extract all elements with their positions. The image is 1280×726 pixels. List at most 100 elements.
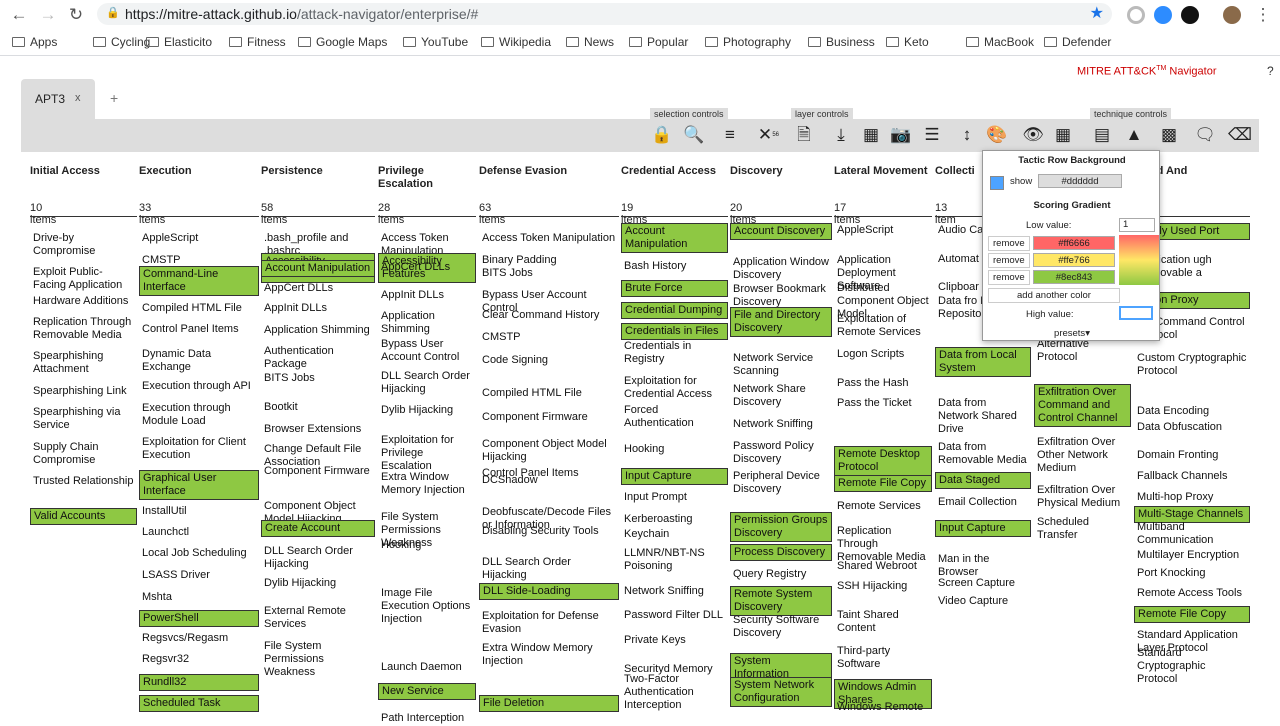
technique-cell[interactable]: Rundll32 [139,674,259,691]
technique-cell[interactable]: AppInit DLLs [261,301,375,316]
technique-cell[interactable]: Taint Shared Content [834,608,932,636]
bookmark-elasticito[interactable]: Elasticito [146,35,212,49]
technique-cell[interactable]: File Deletion [479,695,619,712]
close-tab-icon[interactable]: x [75,92,81,104]
technique-cell[interactable]: Password Filter DLL [621,608,728,623]
technique-cell[interactable]: Exploitation for Client Execution [139,435,259,463]
bookmark-news[interactable]: News [566,35,614,49]
tactic-header[interactable]: Credential Access [621,165,728,178]
disable-techniques-icon[interactable]: ▤ [1090,124,1114,146]
technique-cell[interactable]: Remote Access Tools [1134,586,1250,601]
technique-cell[interactable]: Application Shimming [261,323,375,338]
technique-cell[interactable]: Component Firmware [261,464,375,479]
technique-cell[interactable]: Hardware Additions [30,294,137,309]
technique-cell[interactable]: Password Policy Discovery [730,439,832,467]
technique-cell[interactable]: Windows Remote [834,700,932,715]
show-checkbox[interactable] [990,176,1004,190]
technique-cell[interactable]: Dylib Hijacking [378,403,476,418]
technique-cell[interactable]: Control Panel Items [139,322,259,337]
bookmark-business[interactable]: Business [808,35,875,49]
tactic-header[interactable]: Discovery [730,165,832,178]
zoom-extension-icon[interactable] [1154,6,1172,24]
bookmark-apps[interactable]: Apps [12,35,57,49]
technique-cell[interactable]: Pass the Hash [834,376,932,391]
technique-cell[interactable]: Create Account [261,520,375,537]
technique-cell[interactable]: Keychain [621,527,728,542]
technique-cell[interactable]: Launch Daemon [378,660,476,675]
technique-cell[interactable]: Permission Groups Discovery [730,512,832,542]
technique-cell[interactable]: Domain Fronting [1134,448,1250,463]
technique-cell[interactable]: Component Object Model Hijacking [479,437,619,465]
tactic-header[interactable]: Defense Evasion [479,165,619,178]
technique-cell[interactable]: Extra Window Memory Injection [378,470,476,498]
matrix-config-icon[interactable]: ▦ [1051,124,1075,146]
sort-icon[interactable]: ↕ [955,124,979,146]
technique-cell[interactable]: Input Capture [621,468,728,485]
help-icon[interactable]: ? [1267,64,1274,78]
technique-cell[interactable]: Scheduled Task [139,695,259,712]
technique-cell[interactable]: DCShadow [479,473,619,488]
technique-cell[interactable]: Command-Line Interface [139,266,259,296]
technique-cell[interactable]: Launchctl [139,525,259,540]
technique-cell[interactable]: AppInit DLLs [378,288,476,303]
technique-cell[interactable]: Valid Accounts [30,508,137,525]
technique-cell[interactable]: Standard Cryptographic Protocol [1134,646,1250,687]
color-setup-icon[interactable]: 🎨 [985,124,1009,146]
technique-cell[interactable]: Image File Execution Options Injection [378,586,476,627]
technique-cell[interactable]: Forced Authentication [621,403,728,431]
technique-cell[interactable]: Execution through Module Load [139,401,259,429]
technique-cell[interactable]: Network Sniffing [621,584,728,599]
layer-info-icon[interactable]: 🗎 [792,124,816,146]
extension-icon[interactable] [1127,6,1145,24]
technique-cell[interactable]: Network Sniffing [730,417,832,432]
bookmark-wikipedia[interactable]: Wikipedia [481,35,551,49]
technique-cell[interactable]: Remote Desktop Protocol [834,446,932,476]
technique-cell[interactable]: Hooking [621,442,728,457]
technique-cell[interactable]: Logon Scripts [834,347,932,362]
technique-cell[interactable]: Security Software Discovery [730,613,832,641]
bookmark-defender[interactable]: Defender [1044,35,1111,49]
technique-cell[interactable]: Alternative Protocol [1034,337,1131,365]
presets-dropdown[interactable]: presets▾ [983,328,1161,339]
forward-icon[interactable]: → [37,4,59,26]
tactic-header[interactable]: Privilege Escalation [378,165,476,191]
technique-cell[interactable]: Data from Removable Media [935,440,1031,468]
tactic-header[interactable]: Persistence [261,165,375,178]
technique-cell[interactable]: Data from Local System [935,347,1031,377]
technique-cell[interactable]: Dylib Hijacking [261,576,375,591]
technique-cell[interactable]: SSH Hijacking [834,579,932,594]
technique-cell[interactable]: Application Shimming [378,309,476,337]
technique-cell[interactable]: Bypass User Account Control [378,337,476,365]
technique-cell[interactable]: Execution through API [139,379,259,394]
background-color-icon[interactable]: ▲ [1122,124,1146,146]
technique-cell[interactable]: Bash History [621,259,728,274]
technique-cell[interactable]: DLL Search Order Hijacking [479,555,619,583]
technique-cell[interactable]: Account Manipulation [261,260,375,277]
technique-cell[interactable]: Query Registry [730,567,832,582]
technique-cell[interactable]: Peripheral Device Discovery [730,469,832,497]
technique-cell[interactable]: Supply Chain Compromise [30,440,137,468]
technique-cell[interactable]: New Service [378,683,476,700]
technique-cell[interactable]: Code Signing [479,353,619,368]
technique-cell[interactable]: Exfiltration Over Command and Control Ch… [1034,384,1131,427]
deselect-icon[interactable]: ✕ 56 [753,124,779,146]
bookmark-fitness[interactable]: Fitness [229,35,286,49]
avatar[interactable] [1223,6,1241,24]
technique-cell[interactable]: System Network Configuration [730,677,832,707]
technique-cell[interactable]: Replication Through Removable Media [30,315,137,343]
technique-cell[interactable]: AppleScript [139,231,259,246]
layer-tab[interactable]: APT3 x [21,79,95,119]
technique-cell[interactable]: Data Obfuscation [1134,420,1250,435]
technique-cell[interactable]: Exfiltration Over Other Network Medium [1034,435,1131,476]
technique-cell[interactable]: Exploit Public-Facing Application [30,265,137,293]
scoring-icon[interactable]: ▩ [1157,124,1181,146]
tactic-header[interactable]: Execution [139,165,259,178]
back-icon[interactable]: ← [8,4,30,26]
add-tab-button[interactable]: + [110,90,118,106]
technique-cell[interactable]: Dynamic Data Exchange [139,347,259,375]
technique-cell[interactable]: InstallUtil [139,504,259,519]
technique-cell[interactable]: Compiled HTML File [479,386,619,401]
gradient-color-1[interactable]: #ff6666 [1033,236,1115,250]
technique-cell[interactable]: Exploitation for Credential Access [621,374,728,402]
technique-cell[interactable]: Compiled HTML File [139,301,259,316]
